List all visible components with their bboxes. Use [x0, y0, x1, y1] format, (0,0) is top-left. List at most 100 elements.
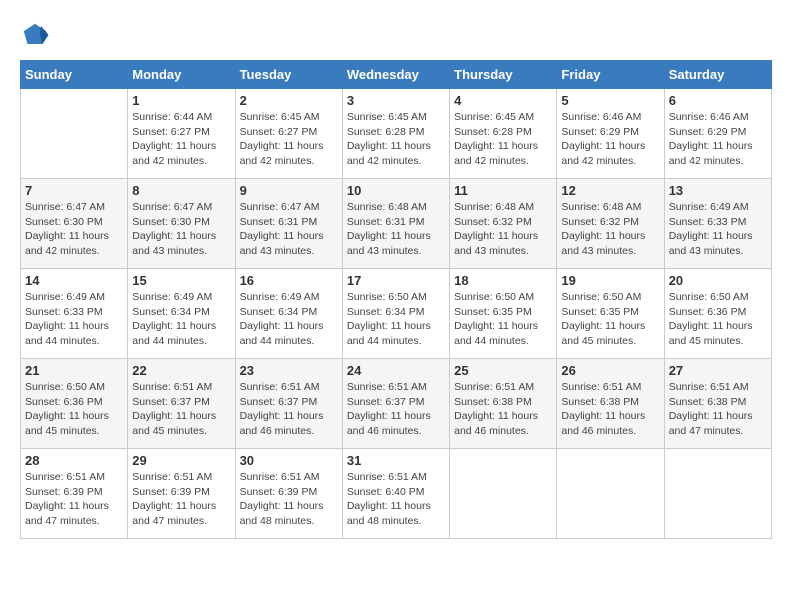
day-number: 26	[561, 363, 659, 378]
day-info: Sunrise: 6:45 AMSunset: 6:27 PMDaylight:…	[240, 110, 338, 169]
day-info: Sunrise: 6:47 AMSunset: 6:30 PMDaylight:…	[132, 200, 230, 259]
calendar-cell: 13Sunrise: 6:49 AMSunset: 6:33 PMDayligh…	[664, 179, 771, 269]
day-number: 17	[347, 273, 445, 288]
day-info: Sunrise: 6:51 AMSunset: 6:39 PMDaylight:…	[132, 470, 230, 529]
day-number: 15	[132, 273, 230, 288]
day-info: Sunrise: 6:47 AMSunset: 6:31 PMDaylight:…	[240, 200, 338, 259]
calendar-cell: 4Sunrise: 6:45 AMSunset: 6:28 PMDaylight…	[450, 89, 557, 179]
day-number: 1	[132, 93, 230, 108]
calendar-cell: 15 Sunrise: 6:49 AMSunset: 6:34 PMDayligh…	[128, 269, 235, 359]
calendar-cell: 18 Sunrise: 6:50 AMSunset: 6:35 PMDayligh…	[450, 269, 557, 359]
day-info: Sunrise: 6:50 AMSunset: 6:34 PMDaylight:…	[347, 290, 445, 349]
day-info: Sunrise: 6:50 AMSunset: 6:36 PMDaylight:…	[669, 290, 767, 349]
calendar-cell: 17 Sunrise: 6:50 AMSunset: 6:34 PMDayligh…	[342, 269, 449, 359]
calendar-cell: 22 Sunrise: 6:51 AMSunset: 6:37 PMDayligh…	[128, 359, 235, 449]
day-number: 31	[347, 453, 445, 468]
calendar-cell: 24 Sunrise: 6:51 AMSunset: 6:37 PMDayligh…	[342, 359, 449, 449]
calendar-cell: 31 Sunrise: 6:51 AMSunset: 6:40 PMDayligh…	[342, 449, 449, 539]
day-number: 13	[669, 183, 767, 198]
day-info: Sunrise: 6:44 AMSunset: 6:27 PMDaylight:…	[132, 110, 230, 169]
calendar-cell	[450, 449, 557, 539]
day-number: 16	[240, 273, 338, 288]
calendar-cell: 14 Sunrise: 6:49 AMSunset: 6:33 PMDayligh…	[21, 269, 128, 359]
day-info: Sunrise: 6:51 AMSunset: 6:40 PMDaylight:…	[347, 470, 445, 529]
calendar-cell: 28 Sunrise: 6:51 AMSunset: 6:39 PMDayligh…	[21, 449, 128, 539]
day-number: 18	[454, 273, 552, 288]
day-number: 3	[347, 93, 445, 108]
day-number: 22	[132, 363, 230, 378]
day-info: Sunrise: 6:48 AMSunset: 6:32 PMDaylight:…	[454, 200, 552, 259]
week-row-1: 1 Sunrise: 6:44 AMSunset: 6:27 PMDaylight…	[21, 89, 772, 179]
day-info: Sunrise: 6:51 AMSunset: 6:37 PMDaylight:…	[240, 380, 338, 439]
day-number: 6	[669, 93, 767, 108]
day-info: Sunrise: 6:49 AMSunset: 6:34 PMDaylight:…	[132, 290, 230, 349]
day-header-saturday: Saturday	[664, 61, 771, 89]
calendar-cell: 25 Sunrise: 6:51 AMSunset: 6:38 PMDayligh…	[450, 359, 557, 449]
day-number: 7	[25, 183, 123, 198]
day-number: 24	[347, 363, 445, 378]
day-info: Sunrise: 6:45 AMSunset: 6:28 PMDaylight:…	[454, 110, 552, 169]
calendar-cell: 30Sunrise: 6:51 AMSunset: 6:39 PMDayligh…	[235, 449, 342, 539]
day-number: 21	[25, 363, 123, 378]
logo	[20, 20, 52, 50]
day-number: 19	[561, 273, 659, 288]
week-row-5: 28 Sunrise: 6:51 AMSunset: 6:39 PMDayligh…	[21, 449, 772, 539]
page-header	[20, 20, 772, 50]
calendar-cell: 10 Sunrise: 6:48 AMSunset: 6:31 PMDayligh…	[342, 179, 449, 269]
calendar-cell: 6 Sunrise: 6:46 AMSunset: 6:29 PMDaylight…	[664, 89, 771, 179]
day-number: 14	[25, 273, 123, 288]
day-info: Sunrise: 6:50 AMSunset: 6:36 PMDaylight:…	[25, 380, 123, 439]
calendar-cell: 16 Sunrise: 6:49 AMSunset: 6:34 PMDayligh…	[235, 269, 342, 359]
calendar-cell: 2 Sunrise: 6:45 AMSunset: 6:27 PMDaylight…	[235, 89, 342, 179]
calendar-cell: 21 Sunrise: 6:50 AMSunset: 6:36 PMDayligh…	[21, 359, 128, 449]
day-number: 27	[669, 363, 767, 378]
day-info: Sunrise: 6:45 AMSunset: 6:28 PMDaylight:…	[347, 110, 445, 169]
day-info: Sunrise: 6:50 AMSunset: 6:35 PMDaylight:…	[561, 290, 659, 349]
week-row-3: 14 Sunrise: 6:49 AMSunset: 6:33 PMDayligh…	[21, 269, 772, 359]
day-info: Sunrise: 6:51 AMSunset: 6:37 PMDaylight:…	[132, 380, 230, 439]
calendar-header: SundayMondayTuesdayWednesdayThursdayFrid…	[21, 61, 772, 89]
header-row: SundayMondayTuesdayWednesdayThursdayFrid…	[21, 61, 772, 89]
day-number: 10	[347, 183, 445, 198]
day-header-friday: Friday	[557, 61, 664, 89]
calendar-cell: 29Sunrise: 6:51 AMSunset: 6:39 PMDayligh…	[128, 449, 235, 539]
day-number: 25	[454, 363, 552, 378]
calendar-cell: 8Sunrise: 6:47 AMSunset: 6:30 PMDaylight…	[128, 179, 235, 269]
day-number: 5	[561, 93, 659, 108]
day-number: 9	[240, 183, 338, 198]
day-info: Sunrise: 6:49 AMSunset: 6:34 PMDaylight:…	[240, 290, 338, 349]
calendar-cell: 7Sunrise: 6:47 AMSunset: 6:30 PMDaylight…	[21, 179, 128, 269]
day-info: Sunrise: 6:46 AMSunset: 6:29 PMDaylight:…	[669, 110, 767, 169]
calendar-cell: 1 Sunrise: 6:44 AMSunset: 6:27 PMDaylight…	[128, 89, 235, 179]
calendar-cell: 19 Sunrise: 6:50 AMSunset: 6:35 PMDayligh…	[557, 269, 664, 359]
calendar-cell: 27 Sunrise: 6:51 AMSunset: 6:38 PMDayligh…	[664, 359, 771, 449]
day-info: Sunrise: 6:51 AMSunset: 6:37 PMDaylight:…	[347, 380, 445, 439]
calendar-cell: 12 Sunrise: 6:48 AMSunset: 6:32 PMDayligh…	[557, 179, 664, 269]
calendar-cell: 20 Sunrise: 6:50 AMSunset: 6:36 PMDayligh…	[664, 269, 771, 359]
day-number: 28	[25, 453, 123, 468]
day-header-monday: Monday	[128, 61, 235, 89]
calendar-cell	[557, 449, 664, 539]
day-info: Sunrise: 6:51 AMSunset: 6:39 PMDaylight:…	[25, 470, 123, 529]
logo-icon	[20, 20, 50, 50]
day-info: Sunrise: 6:46 AMSunset: 6:29 PMDaylight:…	[561, 110, 659, 169]
day-number: 30	[240, 453, 338, 468]
calendar-cell: 5 Sunrise: 6:46 AMSunset: 6:29 PMDaylight…	[557, 89, 664, 179]
day-info: Sunrise: 6:48 AMSunset: 6:32 PMDaylight:…	[561, 200, 659, 259]
day-info: Sunrise: 6:51 AMSunset: 6:38 PMDaylight:…	[454, 380, 552, 439]
day-number: 2	[240, 93, 338, 108]
calendar-body: 1 Sunrise: 6:44 AMSunset: 6:27 PMDaylight…	[21, 89, 772, 539]
day-number: 12	[561, 183, 659, 198]
day-info: Sunrise: 6:51 AMSunset: 6:38 PMDaylight:…	[669, 380, 767, 439]
day-info: Sunrise: 6:50 AMSunset: 6:35 PMDaylight:…	[454, 290, 552, 349]
calendar-cell: 23 Sunrise: 6:51 AMSunset: 6:37 PMDayligh…	[235, 359, 342, 449]
day-info: Sunrise: 6:49 AMSunset: 6:33 PMDaylight:…	[25, 290, 123, 349]
day-header-tuesday: Tuesday	[235, 61, 342, 89]
calendar-cell: 11 Sunrise: 6:48 AMSunset: 6:32 PMDayligh…	[450, 179, 557, 269]
day-number: 11	[454, 183, 552, 198]
day-number: 23	[240, 363, 338, 378]
day-header-wednesday: Wednesday	[342, 61, 449, 89]
day-info: Sunrise: 6:48 AMSunset: 6:31 PMDaylight:…	[347, 200, 445, 259]
week-row-2: 7 Sunrise: 6:47 AMSunset: 6:30 PMDaylight…	[21, 179, 772, 269]
day-number: 20	[669, 273, 767, 288]
